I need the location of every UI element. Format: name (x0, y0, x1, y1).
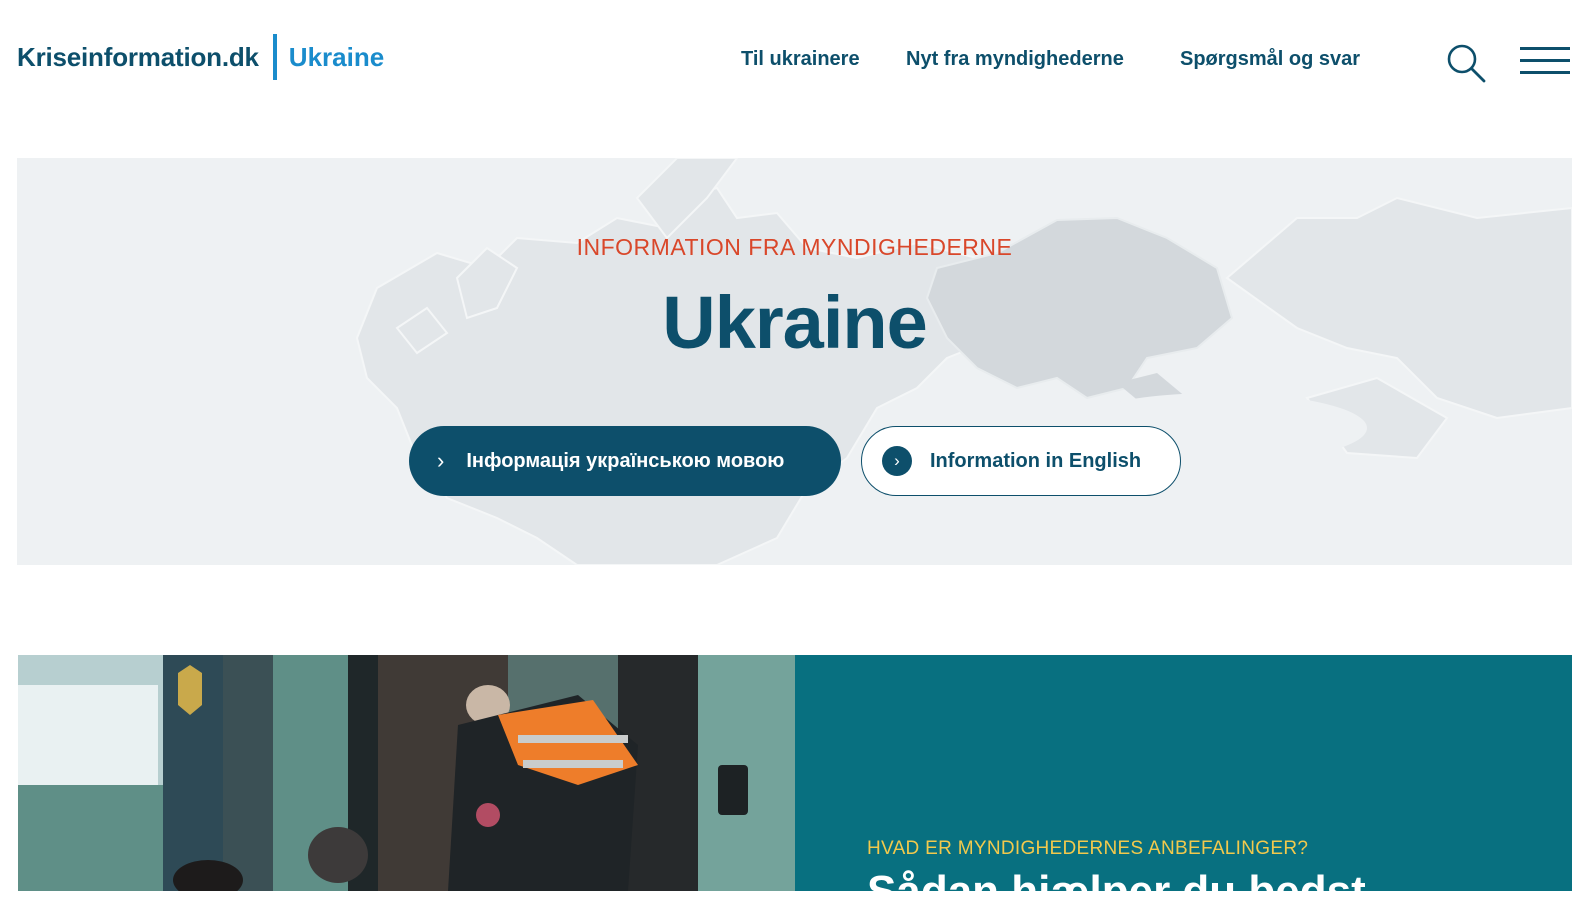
nav-link-til-ukrainere[interactable]: Til ukrainere (741, 48, 860, 71)
ukrainian-info-button[interactable]: › Інформація українською мовою (409, 426, 841, 496)
feature-panel[interactable]: HVAD ER MYNDIGHEDERNES ANBEFALINGER? Såd… (795, 655, 1572, 916)
logo-main-text: Kriseinformation.dk (17, 41, 259, 72)
search-button[interactable] (1446, 43, 1488, 85)
hamburger-menu-button[interactable] (1520, 44, 1570, 78)
train-photo-illustration (18, 655, 795, 891)
chevron-right-circle-icon: › (882, 446, 912, 476)
logo-divider (272, 34, 277, 80)
logo-sub-text: Ukraine (288, 41, 385, 72)
search-icon (1447, 44, 1486, 83)
feature-headline: Sådan hjælper du bedst (867, 867, 1366, 916)
nav-link-nyt-fra-myndighederne[interactable]: Nyt fra myndighederne (906, 48, 1124, 71)
chevron-right-icon: › (437, 448, 445, 473)
site-logo[interactable]: Kriseinformation.dk Ukraine (17, 33, 384, 81)
hamburger-line (1520, 71, 1570, 74)
site-header: Kriseinformation.dk Ukraine Til ukrainer… (0, 0, 1588, 130)
hamburger-menu-icon (1520, 47, 1570, 50)
feature-kicker: HVAD ER MYNDIGHEDERNES ANBEFALINGER? (867, 838, 1309, 859)
english-info-button[interactable]: › Information in English (861, 426, 1181, 496)
ukrainian-info-label: Інформація українською мовою (466, 449, 785, 472)
train-station-photo (18, 655, 795, 891)
hamburger-line (1520, 59, 1570, 62)
english-info-label: Information in English (930, 449, 1142, 472)
hero-eyebrow: INFORMATION FRA MYNDIGHEDERNE (576, 234, 1013, 260)
hero-title: Ukraine (662, 281, 927, 364)
nav-link-sporgsmal-og-svar[interactable]: Spørgsmål og svar (1180, 48, 1360, 71)
hero-banner: INFORMATION FRA MYNDIGHEDERNE Ukraine › … (17, 158, 1572, 565)
